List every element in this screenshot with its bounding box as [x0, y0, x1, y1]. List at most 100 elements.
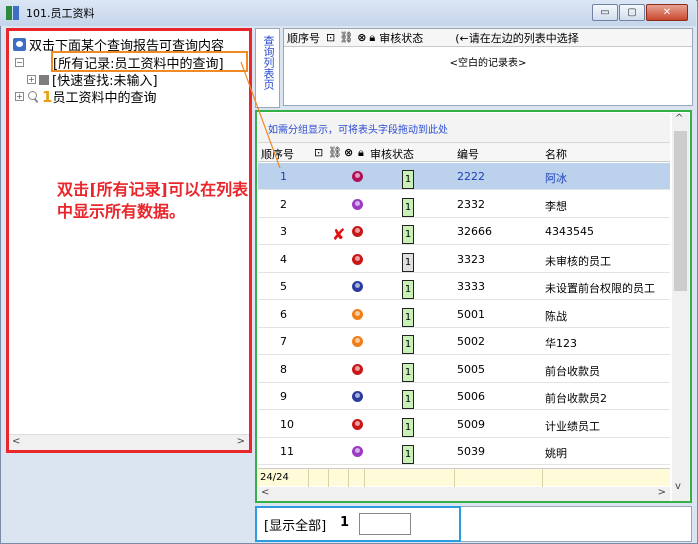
table-row[interactable]: 3 ✘ 1 32666 4343545: [258, 218, 670, 245]
scroll-right-icon[interactable]: >: [658, 487, 666, 498]
table-row[interactable]: 1 1 2222 阿冰: [258, 163, 670, 190]
cell-number: 5039: [457, 445, 485, 458]
col-name-header[interactable]: 名称: [545, 146, 567, 162]
maximize-button[interactable]: ▢: [619, 4, 645, 21]
horizontal-scrollbar[interactable]: < >: [9, 434, 249, 450]
scroll-left-icon[interactable]: <: [261, 487, 269, 498]
lock-icon: 🔒︎: [358, 146, 364, 159]
status-ball-icon: [352, 446, 363, 457]
page-count: 1: [340, 515, 350, 530]
cell-seq: 2: [280, 197, 287, 211]
vertical-tab-label: 查询列表页: [262, 35, 275, 90]
table-row[interactable]: 8 1 5005 前台收款员: [258, 356, 670, 383]
cell-number: 5002: [457, 335, 485, 348]
lock-icon: 🔒︎: [369, 30, 376, 44]
grid-header: 顺序号 ⊡ ⛓ ⊗ 🔒︎ 审核状态 编号 名称: [258, 142, 670, 162]
status-ball-icon: [352, 253, 363, 265]
cell-status: 1: [402, 335, 414, 354]
status-ball-icon: [352, 281, 363, 292]
cell-name: 阿冰: [545, 172, 567, 185]
delete-icon: ⊗: [344, 146, 354, 159]
table-row[interactable]: 4 1 3323 未审核的员工: [258, 246, 670, 273]
status-ball-icon: [352, 198, 363, 210]
empty-record-text: <空白的记录表>: [449, 58, 527, 69]
table-row[interactable]: 10 1 5009 计业绩员工: [258, 411, 670, 438]
tree-item-employee-query-label: 员工资料中的查询: [52, 91, 157, 106]
table-row[interactable]: 6 1 5001 陈战: [258, 301, 670, 328]
cell-seq: 8: [280, 362, 287, 376]
cell-name: 姚明: [545, 447, 567, 460]
horizontal-scrollbar[interactable]: < >: [258, 487, 670, 501]
table-row[interactable]: 5 1 3333 未设置前台权限的员工: [258, 273, 670, 300]
expand-icon[interactable]: ⊡: [326, 31, 335, 44]
query-number: 1: [42, 87, 53, 106]
cell-number: 5009: [457, 417, 485, 431]
cell-name: 4343545: [545, 225, 594, 238]
col-seq-header[interactable]: 顺序号: [261, 146, 294, 162]
cell-status: 1: [402, 390, 414, 409]
cell-status: 1: [402, 225, 414, 244]
cell-name: 前台收款员: [545, 364, 600, 378]
status-ball-icon: [352, 391, 363, 402]
col-seq-header[interactable]: 顺序号: [287, 30, 320, 46]
annotation-text: 双击[所有记录]可以在列表中显示所有数据。: [57, 180, 249, 221]
expand-icon[interactable]: +: [15, 92, 24, 101]
title-bar: 101.员工资料 ▭ ▢ ✕: [0, 0, 696, 26]
scroll-thumb[interactable]: [674, 131, 687, 291]
scroll-right-icon[interactable]: >: [237, 436, 245, 447]
show-all-button[interactable]: [显示全部]: [264, 515, 326, 534]
status-ball-icon: [352, 336, 363, 347]
scroll-down-icon[interactable]: v: [675, 481, 681, 492]
expand-icon[interactable]: ⊡: [314, 146, 323, 159]
collapse-icon[interactable]: −: [15, 58, 24, 67]
cell-number: 5006: [457, 390, 485, 403]
cell-name: 未审核的员工: [545, 254, 611, 268]
cell-seq: 1: [280, 170, 287, 183]
scroll-left-icon[interactable]: <: [12, 436, 20, 447]
cell-status: 1: [402, 280, 414, 299]
col-number-header[interactable]: 编号: [457, 146, 479, 162]
cell-name: 计业绩员工: [545, 419, 600, 433]
cell-seq: 3: [280, 225, 287, 238]
cell-number: 2222: [457, 170, 485, 183]
page-input[interactable]: [359, 513, 411, 535]
query-list-grid: 顺序号 ⊡ ⛓ ⊗ 🔒︎ 审核状态 (←请在左边的列表中选择 <空白的记录表>: [283, 28, 693, 106]
cell-name: 陈战: [545, 309, 567, 323]
minimize-button[interactable]: ▭: [592, 4, 618, 21]
cell-seq: 5: [280, 280, 287, 293]
cell-name: 华123: [545, 337, 577, 350]
cell-seq: 9: [280, 390, 287, 403]
table-row[interactable]: 11 1 5039 姚明: [258, 438, 670, 465]
database-icon: [13, 38, 26, 51]
grid-hint: (←请在左边的列表中选择: [455, 31, 579, 45]
group-by-area[interactable]: 如需分组显示，可将表头字段拖动到此处: [258, 113, 670, 142]
col-status-header[interactable]: 审核状态: [379, 30, 423, 46]
employee-grid: 如需分组显示，可将表头字段拖动到此处 顺序号 ⊡ ⛓ ⊗ 🔒︎ 审核状态 编号 …: [255, 110, 692, 503]
query-tree-pane: 双击下面某个查询报告可查询内容 − [所有记录:员工资料中的查询] + [快速查…: [6, 28, 252, 453]
cell-name: 未设置前台权限的员工: [545, 282, 655, 295]
cell-seq: 10: [280, 417, 294, 431]
tree-item-employee-query[interactable]: + 1 员工资料中的查询: [15, 87, 156, 106]
close-button[interactable]: ✕: [646, 4, 688, 21]
status-ball-icon: [352, 171, 363, 182]
search-icon: [27, 90, 39, 103]
grid-footer: 24/24: [258, 468, 670, 487]
cell-status: 1: [402, 445, 414, 464]
error-mark-icon: ✘: [332, 225, 346, 244]
cell-seq: 11: [280, 445, 294, 458]
folder-icon: [39, 74, 49, 85]
app-icon: [6, 6, 20, 20]
cell-number: 5005: [457, 362, 485, 376]
status-ball-icon: [352, 226, 363, 237]
col-status-header[interactable]: 审核状态: [370, 146, 414, 162]
cell-number: 3333: [457, 280, 485, 293]
link-icon: ⛓: [328, 146, 342, 159]
scroll-up-icon[interactable]: ^: [675, 113, 683, 124]
table-row[interactable]: 7 1 5002 华123: [258, 328, 670, 355]
table-row[interactable]: 2 1 2332 李想: [258, 191, 670, 218]
cell-status: 1: [402, 417, 414, 437]
table-row[interactable]: 9 1 5006 前台收款员2: [258, 383, 670, 410]
vertical-scrollbar[interactable]: ^ v: [672, 113, 689, 501]
vertical-tab[interactable]: 查询列表页: [255, 28, 280, 108]
expand-icon[interactable]: +: [27, 75, 36, 84]
